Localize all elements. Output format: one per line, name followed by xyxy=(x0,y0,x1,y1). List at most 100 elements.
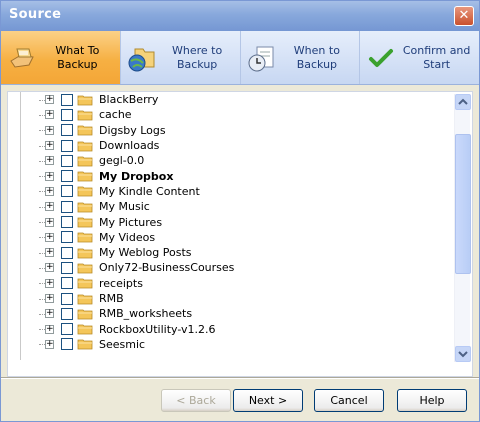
folder-icon xyxy=(77,171,93,182)
tree-row[interactable]: + Only72-BusinessCourses xyxy=(21,260,456,275)
folder-icon xyxy=(77,309,93,320)
expand-plus-icon[interactable]: + xyxy=(45,141,54,151)
cancel-button[interactable]: Cancel xyxy=(314,389,384,412)
tree-row[interactable]: + Downloads xyxy=(21,138,456,153)
tree-row[interactable]: + Seesmic xyxy=(21,337,456,352)
step-label: Confirm and Start xyxy=(402,43,471,71)
expand-plus-icon[interactable]: + xyxy=(45,278,54,288)
expand-plus-icon[interactable]: + xyxy=(45,202,54,212)
checkmark-icon xyxy=(369,48,394,67)
tree-row[interactable]: + RMB_worksheets xyxy=(21,306,456,321)
folder-icon xyxy=(77,187,93,197)
folder-label: RMB xyxy=(99,292,124,305)
expand-plus-icon[interactable]: + xyxy=(45,232,54,242)
expand-plus-icon[interactable]: + xyxy=(45,294,54,303)
folder-label: My Kindle Content xyxy=(99,184,200,198)
tree-row[interactable]: + receipts xyxy=(21,276,456,291)
folder-checkbox[interactable] xyxy=(61,124,73,137)
folder-checkbox[interactable] xyxy=(61,108,73,121)
step-when-to-backup[interactable]: When to Backup xyxy=(241,31,361,84)
folder-checkbox[interactable] xyxy=(61,200,73,213)
folder-icon xyxy=(77,232,93,243)
tree-row[interactable]: + My Weblog Posts xyxy=(21,245,456,260)
folder-icon xyxy=(77,263,93,274)
tree-row[interactable]: + RockboxUtility-v1.2.6 xyxy=(21,321,456,336)
step-where-to-backup[interactable]: Where to Backup xyxy=(121,31,241,84)
tree-row[interactable]: + RMB xyxy=(21,291,456,306)
folder-checkbox[interactable] xyxy=(61,93,73,106)
scroll-down-button[interactable] xyxy=(455,346,471,362)
folder-icon xyxy=(77,217,93,228)
folder-checkbox[interactable] xyxy=(61,154,73,167)
scroll-thumb[interactable] xyxy=(455,134,471,274)
clock-calendar-icon xyxy=(248,46,273,71)
expand-plus-icon[interactable]: + xyxy=(45,309,54,319)
folder-label: RMB_worksheets xyxy=(99,307,193,321)
step-what-to-backup[interactable]: What To Backup xyxy=(1,31,121,84)
folder-icon xyxy=(77,278,93,289)
help-button[interactable]: Help xyxy=(397,389,467,412)
expand-plus-icon[interactable]: + xyxy=(45,186,54,196)
expand-plus-icon[interactable]: + xyxy=(45,339,54,349)
folder-label: receipts xyxy=(99,276,143,290)
tree-row[interactable]: + cache xyxy=(21,107,456,122)
tree-row[interactable]: + gegl-0.0 xyxy=(21,153,456,168)
expand-plus-icon[interactable]: + xyxy=(45,171,54,181)
expand-plus-icon[interactable]: + xyxy=(45,125,54,135)
chevron-up-icon xyxy=(458,98,468,105)
folder-checkbox[interactable] xyxy=(61,292,73,305)
folder-icon xyxy=(77,202,93,213)
folder-label: Digsby Logs xyxy=(99,123,166,137)
folder-checkbox[interactable] xyxy=(61,307,73,320)
folder-tree[interactable]: + BlackBerry + cache + Digsby Logs + Downloads +… xyxy=(20,92,456,360)
folder-icon xyxy=(77,125,93,136)
tree-row[interactable]: + My Kindle Content xyxy=(21,184,456,199)
folder-checkbox[interactable] xyxy=(61,170,73,183)
folder-checkbox[interactable] xyxy=(61,216,73,229)
folder-checkbox[interactable] xyxy=(61,139,73,152)
expand-plus-icon[interactable]: + xyxy=(45,248,54,258)
next-button[interactable]: Next > xyxy=(233,389,303,412)
folder-label: BlackBerry xyxy=(99,93,159,107)
tree-row[interactable]: + BlackBerry xyxy=(21,92,456,107)
folder-label: My Videos xyxy=(99,230,156,244)
tree-row[interactable]: + My Music xyxy=(21,199,456,214)
title-bar[interactable]: Source ✕ xyxy=(1,1,479,31)
expand-plus-icon[interactable]: + xyxy=(45,324,54,334)
scroll-up-button[interactable] xyxy=(455,94,471,110)
folder-checkbox[interactable] xyxy=(61,277,73,290)
tree-row[interactable]: + Digsby Logs xyxy=(21,123,456,138)
tree-row[interactable]: + My Dropbox xyxy=(21,168,456,183)
tree-row[interactable]: + My Videos xyxy=(21,230,456,245)
window-title: Source xyxy=(9,7,62,22)
folder-label: My Music xyxy=(99,200,150,214)
folder-checkbox[interactable] xyxy=(61,185,73,198)
folder-label: gegl-0.0 xyxy=(99,154,145,168)
folder-label: Only72-BusinessCourses xyxy=(99,261,235,275)
folder-checkbox[interactable] xyxy=(61,246,73,259)
vertical-scrollbar[interactable] xyxy=(454,94,471,362)
folder-checkbox[interactable] xyxy=(61,231,73,244)
step-confirm-and-start[interactable]: Confirm and Start xyxy=(360,31,479,84)
expand-plus-icon[interactable]: + xyxy=(45,110,54,120)
folder-label: cache xyxy=(99,108,132,122)
folder-label: Downloads xyxy=(99,139,160,153)
close-button[interactable]: ✕ xyxy=(454,6,474,26)
folder-icon xyxy=(77,141,93,151)
folder-icon xyxy=(77,110,93,121)
folder-icon xyxy=(77,95,93,106)
expand-plus-icon[interactable]: + xyxy=(45,95,54,105)
folder-icon xyxy=(77,248,93,259)
expand-plus-icon[interactable]: + xyxy=(45,156,54,166)
tree-row[interactable]: + My Pictures xyxy=(21,214,456,229)
backup-wizard-window: Source ✕ What To Backup Where to Backup xyxy=(0,0,480,422)
folder-checkbox[interactable] xyxy=(61,261,73,274)
step-label: When to Backup xyxy=(293,43,340,71)
chevron-down-icon xyxy=(458,351,468,358)
folder-checkbox[interactable] xyxy=(61,323,73,336)
folder-checkbox[interactable] xyxy=(61,338,73,351)
back-button[interactable]: < Back xyxy=(161,389,231,412)
expand-plus-icon[interactable]: + xyxy=(45,217,54,227)
step-label: Where to Backup xyxy=(172,43,223,71)
expand-plus-icon[interactable]: + xyxy=(45,263,54,273)
